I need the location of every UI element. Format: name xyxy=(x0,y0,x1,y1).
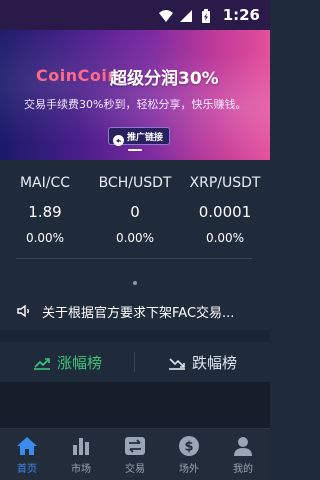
nav-market-label: 市场 xyxy=(71,464,91,475)
share-icon xyxy=(113,131,124,146)
svg-text:$: $ xyxy=(184,440,193,455)
nav-otc-label: 场外 xyxy=(179,464,199,475)
dollar-icon: $ xyxy=(178,435,200,457)
section-separator xyxy=(0,330,270,342)
ticker-price: 0.0001 xyxy=(198,203,252,221)
nav-home[interactable]: 首页 xyxy=(0,429,54,480)
status-time: 1:26 xyxy=(222,6,260,24)
referral-link-button[interactable]: 推广链接 xyxy=(108,127,171,146)
rank-list xyxy=(0,382,270,428)
tab-gainers-label: 涨幅榜 xyxy=(56,353,102,372)
home-icon xyxy=(16,435,38,457)
banner-subtitle: 交易手续费30%秒到，轻松分享，快乐赚钱。 xyxy=(24,98,247,111)
ticker-pair: XRP/USDT xyxy=(189,175,261,191)
banner-logo: CoinCoin xyxy=(36,66,120,85)
bottom-nav: 首页 市场 交易 $ 场外 我的 xyxy=(0,428,270,480)
trend-up-icon xyxy=(33,355,51,370)
ticker-pair: MAI/CC xyxy=(19,175,71,191)
nav-profile[interactable]: 我的 xyxy=(216,429,270,480)
announcement-bar[interactable]: 关于根据官方要求下架FAC交易... xyxy=(0,292,270,330)
announcement-text: 关于根据官方要求下架FAC交易... xyxy=(42,305,235,321)
exchange-icon xyxy=(124,435,146,457)
ticker-change: 0.00% xyxy=(25,231,65,245)
signal-icon xyxy=(179,8,193,22)
speaker-icon xyxy=(16,303,32,319)
bar-chart-icon xyxy=(70,435,92,457)
tab-gainers[interactable]: 涨幅榜 xyxy=(0,342,135,382)
ticker-divider xyxy=(16,258,252,259)
nav-trade[interactable]: 交易 xyxy=(108,429,162,480)
wifi-icon xyxy=(158,8,173,22)
status-bar: 1:26 xyxy=(0,0,270,30)
nav-trade-label: 交易 xyxy=(125,464,145,475)
nav-market[interactable]: 市场 xyxy=(54,429,108,480)
ticker-price: 1.89 xyxy=(28,203,62,221)
referral-link-label: 推广链接 xyxy=(127,132,164,143)
tab-divider xyxy=(134,352,135,372)
tab-losers-label: 跌幅榜 xyxy=(191,353,237,372)
banner-page-indicator xyxy=(128,149,142,151)
nav-home-label: 首页 xyxy=(17,464,37,475)
nav-profile-label: 我的 xyxy=(233,464,253,475)
banner-headline: 超级分润30% xyxy=(110,69,219,89)
rank-tabs: 涨幅榜 跌幅榜 xyxy=(0,342,270,382)
ticker-change: 0.00% xyxy=(205,231,245,245)
tab-losers[interactable]: 跌幅榜 xyxy=(135,342,270,382)
promo-banner[interactable]: CoinCoin 超级分润30% 交易手续费30%秒到，轻松分享，快乐赚钱。 推… xyxy=(0,30,270,160)
ticker-pair: BCH/USDT xyxy=(98,175,172,191)
user-icon xyxy=(232,435,254,457)
nav-otc[interactable]: $ 场外 xyxy=(162,429,216,480)
ticker-price: 0 xyxy=(130,203,140,221)
trend-down-icon xyxy=(168,355,186,370)
ticker-change: 0.00% xyxy=(115,231,155,245)
ticker-page-indicator xyxy=(133,281,137,285)
battery-icon xyxy=(199,8,213,23)
